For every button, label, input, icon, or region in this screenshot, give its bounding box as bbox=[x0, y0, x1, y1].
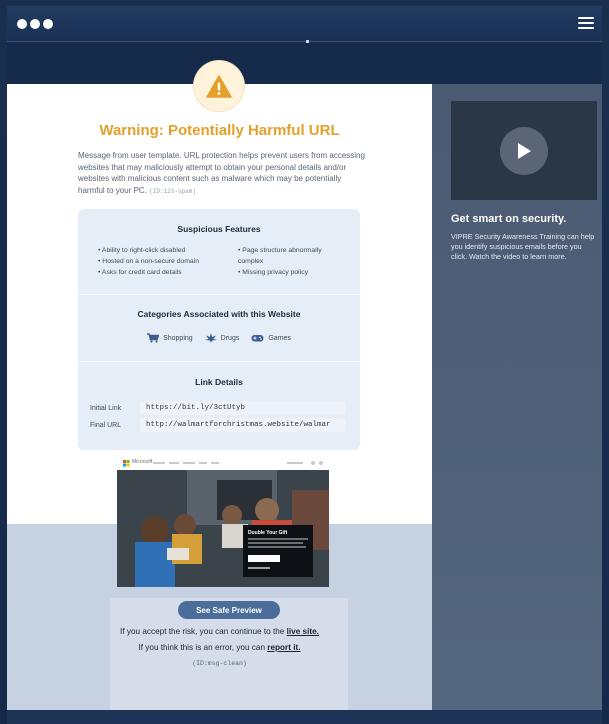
feature-item: • Hosted on a non-secure domain bbox=[98, 258, 200, 265]
leaf-icon bbox=[204, 333, 217, 343]
initial-link-value[interactable]: https://bit.ly/3ctUtyb bbox=[140, 401, 346, 415]
window-controls-icon[interactable] bbox=[17, 19, 53, 29]
suspicious-features-left: • Ability to right-click disabled • Host… bbox=[98, 245, 199, 278]
categories-list: Shopping Drugs Games bbox=[78, 333, 360, 343]
initial-link-row: Initial Link https://bit.ly/3ctUtyb bbox=[90, 401, 346, 415]
see-safe-preview-button[interactable]: See Safe Preview bbox=[178, 601, 280, 619]
warning-message-text: Message from user template. URL protecti… bbox=[78, 151, 365, 195]
live-site-link[interactable]: live site. bbox=[287, 627, 319, 636]
warning-message: Message from user template. URL protecti… bbox=[78, 150, 368, 197]
accept-risk-line: If you accept the risk, you can continue… bbox=[120, 627, 319, 636]
promo-text-line bbox=[248, 538, 308, 540]
promo-text-line bbox=[248, 542, 303, 544]
suspicious-features-title: Suspicious Features bbox=[177, 224, 261, 234]
final-url-label: Final URL bbox=[90, 421, 122, 429]
final-url-row: Final URL http://walmartforchristmas.web… bbox=[90, 418, 346, 432]
hamburger-menu-icon[interactable] bbox=[578, 17, 594, 30]
header-band bbox=[7, 43, 602, 85]
message-id: (ID:123-spam) bbox=[149, 187, 196, 195]
final-url-value[interactable]: http://walmartforchristmas.website/walma… bbox=[140, 418, 346, 432]
preview-promo-box: Double Your Gift bbox=[243, 525, 313, 577]
suspicious-features-right: • Page structure abnormally complex • Mi… bbox=[238, 245, 348, 278]
promo-button bbox=[248, 555, 280, 562]
feature-item: • Missing privacy policy bbox=[238, 269, 309, 276]
site-preview-image: Microsoft Double Your Gift bbox=[117, 457, 329, 587]
warning-icon bbox=[194, 61, 244, 111]
preview-navbar: Microsoft bbox=[117, 457, 329, 470]
message-clean-id: (ID:msg-clean) bbox=[192, 660, 247, 667]
category-games[interactable]: Games bbox=[251, 333, 291, 343]
cart-icon bbox=[147, 333, 160, 343]
feature-item: • Asks for credit card details bbox=[98, 269, 182, 276]
play-icon[interactable] bbox=[500, 126, 548, 175]
divider bbox=[78, 294, 360, 295]
categories-title: Categories Associated with this Website bbox=[137, 309, 301, 319]
sidebar-text: VIPRE Security Awareness Training can he… bbox=[451, 232, 595, 261]
report-link[interactable]: report it. bbox=[267, 643, 300, 652]
promo-text-line bbox=[248, 546, 306, 548]
gamepad-icon bbox=[251, 334, 264, 341]
category-drugs[interactable]: Drugs bbox=[204, 333, 239, 343]
bottom-bar bbox=[7, 710, 602, 724]
category-shopping[interactable]: Shopping bbox=[147, 333, 193, 343]
feature-item: • Ability to right-click disabled bbox=[98, 247, 186, 254]
report-error-line: If you think this is an error, you can r… bbox=[138, 643, 301, 652]
promo-link bbox=[248, 567, 270, 569]
page-title: Warning: Potentially Harmful URL bbox=[99, 122, 340, 139]
details-panel: Suspicious Features • Ability to right-c… bbox=[78, 209, 360, 450]
initial-link-label: Initial Link bbox=[90, 404, 122, 412]
preview-brand: Microsoft bbox=[132, 459, 153, 465]
training-video-player[interactable] bbox=[451, 101, 597, 200]
link-details-title: Link Details bbox=[195, 377, 243, 387]
divider bbox=[78, 361, 360, 362]
top-bar bbox=[7, 6, 602, 42]
feature-item: • Page structure abnormally complex bbox=[238, 247, 322, 265]
sidebar-title: Get smart on security. bbox=[451, 213, 567, 225]
preview-promo-title: Double Your Gift bbox=[248, 530, 288, 536]
